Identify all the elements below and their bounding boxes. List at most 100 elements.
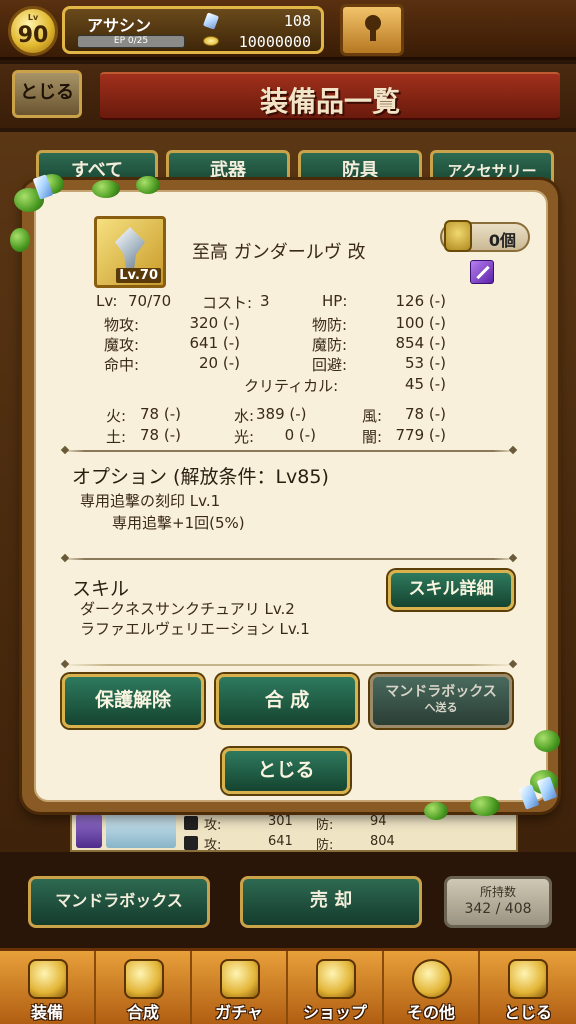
vine-leaf-icon [534, 730, 560, 752]
title-bar: とじる 装備品一覧 [0, 64, 576, 128]
mandra-count: 0個 [488, 231, 516, 250]
coin-count: 10000000 [238, 33, 311, 51]
wind-value: 78 (-) [405, 405, 446, 423]
stat-label: 攻: [204, 838, 222, 853]
skill-line: ラファエルヴェリエーション Lv.1 [80, 620, 310, 638]
owned-value: 342 / 408 [464, 901, 532, 917]
light-value: 0 (-) [284, 426, 316, 444]
section-divider [62, 664, 516, 666]
item-thumbnail: Lv.70 [94, 216, 166, 288]
owned-label: 所持数 [479, 885, 516, 899]
item-thumbnail [106, 814, 176, 848]
mandragora-icon [444, 220, 472, 252]
sword-icon [184, 816, 198, 830]
staff-icon [184, 836, 198, 850]
vine-leaf-icon [92, 180, 120, 198]
pdef-value: 100 (-) [395, 314, 446, 332]
eva-value: 53 (-) [405, 354, 446, 372]
fire-value: 78 (-) [140, 405, 181, 423]
menu-book-button[interactable] [340, 4, 404, 56]
stat-value: 301 [268, 814, 293, 829]
vine-leaf-icon [136, 176, 160, 194]
vine-leaf-icon [424, 802, 448, 820]
nav-gacha[interactable]: ガチャ [192, 951, 288, 1024]
stat-label: 防: [316, 818, 334, 833]
option-line: 専用追撃の刻印 Lv.1 [80, 492, 221, 510]
option-line: 専用追撃+1回(5%) [112, 514, 245, 532]
level-label: Lv [27, 13, 39, 22]
nav-label: 装備 [30, 1003, 63, 1022]
player-level-badge: Lv 90 [8, 6, 58, 56]
nav-label: 合成 [126, 1003, 159, 1022]
mandragora-icon [508, 959, 548, 999]
protect-lock-icon [470, 260, 494, 284]
stat-value: 641 [268, 834, 293, 849]
nav-combine[interactable]: 合成 [96, 951, 192, 1024]
nav-close[interactable]: とじる [480, 951, 576, 1024]
eva-label: 回避: [312, 356, 348, 374]
hammer-icon [124, 959, 164, 999]
hp-value: 126 (-) [395, 292, 446, 310]
nav-label: ガチャ [215, 1003, 263, 1022]
hp-label: HP: [322, 292, 348, 310]
lv-value: 70/70 [128, 292, 172, 310]
coin-icon [203, 36, 219, 46]
crit-value: 45 (-) [405, 375, 446, 393]
combine-button[interactable]: 合 成 [216, 674, 358, 728]
player-name: アサシン [87, 16, 152, 35]
earth-label: 土: [106, 428, 127, 446]
skill-detail-button[interactable]: スキル詳細 [388, 570, 514, 610]
stat-value: 804 [370, 834, 395, 849]
skill-line: ダークネスサンクチュアリ Lv.2 [80, 600, 295, 618]
patk-label: 物攻: [104, 316, 140, 334]
close-top-button[interactable]: とじる [12, 70, 82, 118]
send-button-sublabel: へ送る [424, 701, 458, 714]
pdef-label: 物防: [312, 316, 348, 334]
shop-crystal-icon [316, 959, 356, 999]
gem-count: 108 [283, 12, 311, 30]
nav-label: ショップ [302, 1003, 367, 1022]
ep-bar: EP 0/25 [77, 35, 185, 48]
nav-other[interactable]: その他 [384, 951, 480, 1024]
stat-label: 攻: [204, 818, 222, 833]
cost-value: 3 [260, 292, 270, 310]
hit-value: 20 (-) [199, 354, 240, 372]
top-status-bar: Lv 90 アサシン EP 0/25 108 10000000 [0, 0, 576, 60]
sell-button[interactable]: 売 却 [240, 876, 422, 928]
section-divider [62, 558, 516, 560]
patk-value: 320 (-) [189, 314, 240, 332]
vine-leaf-icon [470, 796, 500, 816]
option-heading: オプション (解放条件：Lv85) [72, 466, 329, 488]
skill-heading: スキル [72, 578, 130, 600]
nav-shop[interactable]: ショップ [288, 951, 384, 1024]
unprotect-button[interactable]: 保護解除 [62, 674, 204, 728]
page-title: 装備品一覧 [259, 85, 400, 118]
stat-value: 94 [370, 814, 387, 829]
mandra-box-button[interactable]: マンドラボックス [28, 876, 210, 928]
hit-label: 命中: [104, 356, 140, 374]
cards-icon [220, 959, 260, 999]
water-value: 389 (-) [256, 405, 307, 423]
title-ribbon: 装備品一覧 [100, 72, 560, 120]
mdef-label: 魔防: [312, 336, 348, 354]
dark-value: 779 (-) [395, 426, 446, 444]
list-item[interactable]: 攻: 301 防: 94 攻: 641 防: 804 [70, 808, 518, 853]
item-thumbnail [76, 814, 102, 848]
matk-label: 魔攻: [104, 336, 140, 354]
cost-label: コスト: [202, 294, 253, 312]
gear-icon [412, 959, 452, 999]
lv-label: Lv: [96, 292, 118, 310]
water-label: 水: [234, 407, 255, 425]
bottom-nav: 装備 合成 ガチャ ショップ その他 とじる [0, 948, 576, 1024]
player-panel: アサシン EP 0/25 108 10000000 [62, 6, 324, 54]
owned-count-box: 所持数 342 / 408 [444, 876, 552, 928]
nav-label: とじる [503, 1003, 552, 1022]
dialog-close-button[interactable]: とじる [222, 748, 350, 794]
send-to-mandra-box-button[interactable]: マンドラボックス へ送る [370, 674, 512, 728]
mdef-value: 854 (-) [395, 334, 446, 352]
stat-label: 防: [316, 838, 334, 853]
nav-label: その他 [406, 1003, 455, 1022]
item-thumb-level: Lv.70 [116, 268, 161, 283]
vine-leaf-icon [10, 228, 30, 252]
nav-equipment[interactable]: 装備 [0, 951, 96, 1024]
